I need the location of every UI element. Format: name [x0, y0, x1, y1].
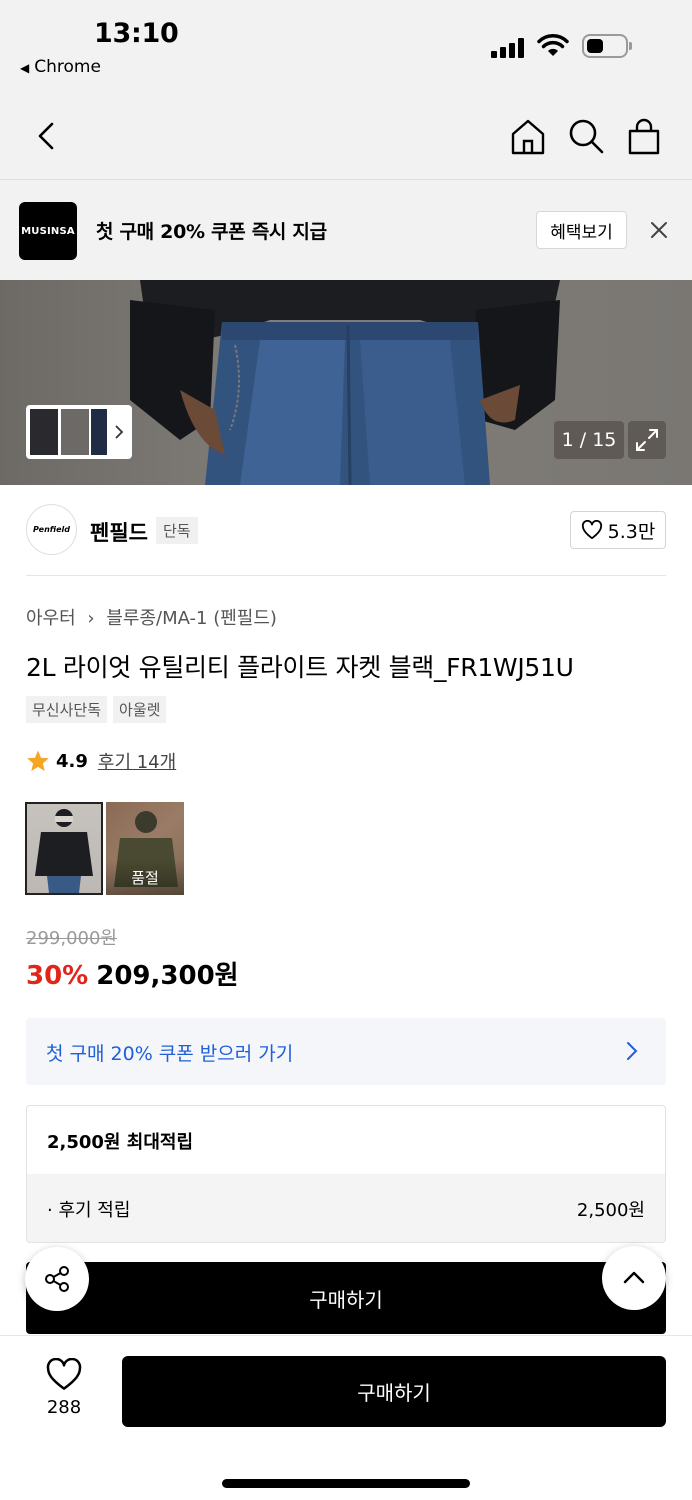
exclusive-badge: 단독 — [156, 517, 198, 544]
shopping-bag-icon[interactable] — [624, 116, 664, 156]
buy-button[interactable]: 구매하기 — [122, 1356, 666, 1427]
back-app-label: Chrome — [34, 57, 101, 77]
soldout-label: 품절 — [106, 859, 184, 895]
price-row: 30% 209,300원 — [26, 955, 239, 992]
heart-icon[interactable] — [44, 1358, 84, 1392]
status-time: 13:10 — [94, 18, 179, 49]
coupon-text: 첫 구매 20% 쿠폰 받으러 가기 — [46, 1043, 294, 1065]
scroll-top-button[interactable] — [602, 1246, 666, 1310]
product-tags: 무신사단독 아울렛 — [26, 696, 167, 723]
chevron-right-icon — [115, 425, 124, 439]
thumbnail-strip[interactable] — [26, 405, 132, 459]
promo-text: 첫 구매 20% 쿠폰 즉시 지급 — [96, 221, 327, 243]
benefit-view-button[interactable]: 혜택보기 — [536, 211, 627, 249]
chevron-right-icon — [627, 1042, 638, 1060]
tag-exclusive: 무신사단독 — [26, 696, 108, 723]
thumbnail-2[interactable] — [61, 409, 89, 455]
home-icon[interactable] — [508, 116, 548, 156]
rating-row: 4.9 후기 14개 — [26, 748, 176, 774]
original-price: 299,000원 — [26, 928, 117, 949]
musinsa-logo: MUSINSA — [19, 202, 77, 260]
product-hero-image[interactable]: 1 / 15 — [0, 280, 692, 485]
top-nav — [0, 96, 692, 180]
share-button[interactable] — [25, 1247, 89, 1311]
image-counter: 1 / 15 — [554, 421, 624, 459]
back-to-app[interactable]: ◀ Chrome — [20, 57, 101, 77]
product-title: 2L 라이엇 유틸리티 플라이트 자켓 블랙_FR1WJ51U — [26, 653, 574, 682]
star-icon — [27, 750, 49, 771]
close-icon[interactable] — [649, 220, 669, 240]
thumbnail-1[interactable] — [30, 409, 58, 455]
back-arrow-icon[interactable] — [34, 116, 58, 156]
chevron-up-icon — [623, 1271, 645, 1284]
coupon-banner[interactable]: 첫 구매 20% 쿠폰 받으러 가기 — [26, 1018, 666, 1085]
option-black[interactable] — [25, 802, 103, 895]
breadcrumb: 아우터 › 블루종/MA-1 (펜필드) — [26, 604, 277, 630]
buy-button-inline[interactable]: 구매하기 — [26, 1262, 666, 1334]
share-icon — [45, 1266, 69, 1292]
breadcrumb-separator-icon: › — [87, 608, 95, 629]
brand-like-count: 5.3만 — [607, 520, 656, 543]
back-triangle-icon: ◀ — [20, 61, 30, 75]
search-icon[interactable] — [566, 116, 606, 156]
brand-row: Penfield 펜필드 단독 5.3만 — [26, 504, 666, 576]
promo-banner: MUSINSA 첫 구매 20% 쿠폰 즉시 지급 혜택보기 — [0, 180, 692, 280]
heart-icon — [581, 520, 602, 540]
sale-price: 209,300원 — [96, 961, 239, 991]
thumbnail-3[interactable] — [91, 409, 107, 455]
brand-logo[interactable]: Penfield — [26, 504, 77, 555]
expand-button[interactable] — [628, 421, 666, 459]
battery-tip — [629, 42, 632, 50]
cellular-signal-icon — [491, 38, 525, 58]
expand-icon — [636, 429, 658, 451]
points-title: 2,500원 최대적립 — [47, 1132, 194, 1153]
points-box: 2,500원 최대적립 · 후기 적립 2,500원 — [26, 1105, 666, 1243]
bottom-action-bar: 288 구매하기 — [0, 1335, 692, 1500]
breadcrumb-category[interactable]: 아우터 — [26, 608, 76, 629]
points-row: · 후기 적립 2,500원 — [27, 1174, 665, 1242]
discount-rate: 30% — [26, 961, 89, 991]
points-row-value: 2,500원 — [576, 1200, 645, 1221]
option-soldout[interactable]: 품절 — [106, 802, 184, 895]
brand-name[interactable]: 펜필드 — [90, 517, 148, 547]
home-indicator — [222, 1479, 470, 1488]
status-bar: 13:10 ◀ Chrome — [0, 0, 692, 96]
rating-score: 4.9 — [56, 750, 88, 772]
review-link[interactable]: 후기 14개 — [98, 748, 176, 774]
tag-outlet: 아울렛 — [113, 696, 167, 723]
battery-icon — [582, 34, 628, 58]
like-count: 288 — [46, 1397, 82, 1418]
brand-like-button[interactable]: 5.3만 — [570, 511, 666, 549]
points-row-label: · 후기 적립 — [47, 1200, 131, 1221]
wifi-icon — [537, 34, 569, 56]
option-image — [35, 809, 93, 893]
breadcrumb-subcategory[interactable]: 블루종/MA-1 (펜필드) — [106, 608, 277, 629]
